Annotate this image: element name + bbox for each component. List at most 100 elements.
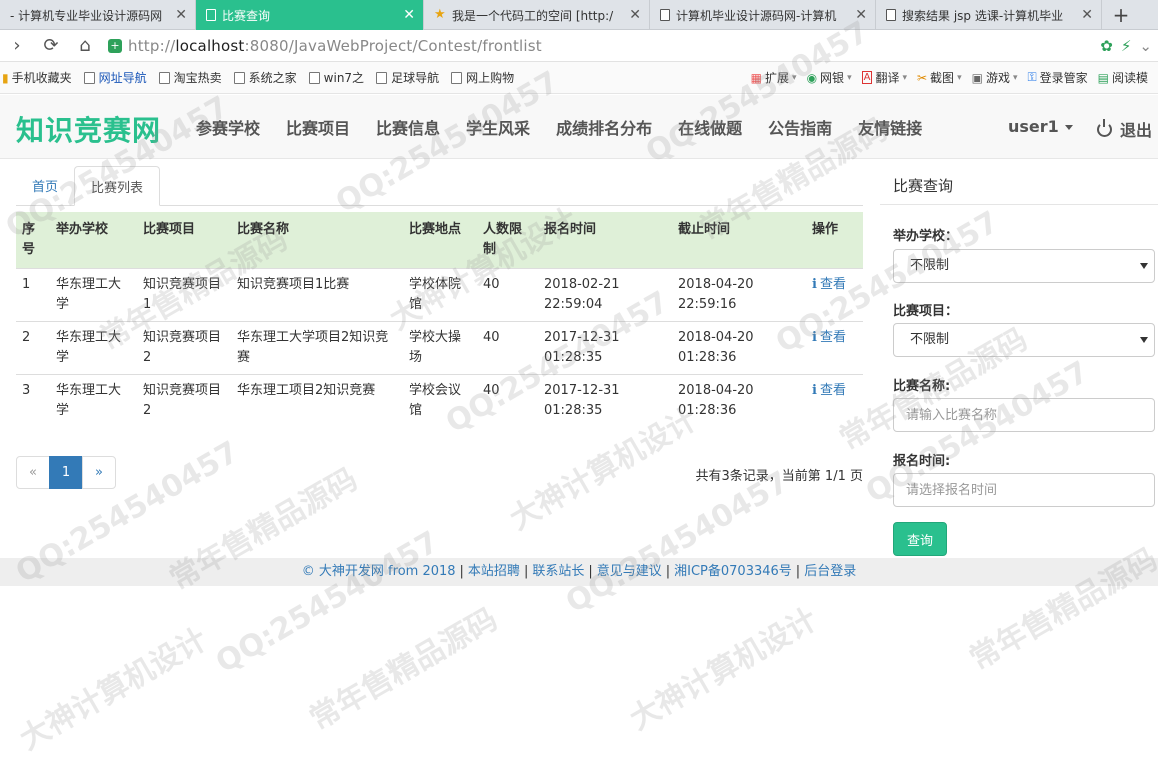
menu-item-online-quiz[interactable]: 在线做题 [665,115,755,139]
extensions-button[interactable]: ▦ 扩展 ▾ [751,69,797,86]
chevron-down-icon[interactable]: ⌄ [1139,37,1152,55]
url-field[interactable]: + http://localhost:8080/JavaWebProject/C… [108,33,1100,59]
lightning-icon[interactable]: ⚡ [1121,37,1132,55]
close-icon[interactable]: ✕ [855,7,867,23]
table-row: 1 华东理工大学 知识竞赛项目1 知识竞赛项目1比赛 学校体院馆 40 2018… [16,268,863,322]
home-icon[interactable]: ⌂ [68,30,102,62]
close-icon[interactable]: ✕ [629,7,641,23]
menu-item-projects[interactable]: 比赛项目 [273,115,363,139]
cell-name: 知识竞赛项目1比赛 [231,268,403,322]
footer-link-jobs[interactable]: 本站招聘 [468,564,520,579]
bank-button[interactable]: ◉ 网银 ▾ [807,69,852,86]
key-icon: ⚿ [1027,70,1037,84]
bookmark-item[interactable]: 系统之家 [233,69,297,86]
reading-mode-button[interactable]: ▤ 阅读模 [1098,69,1148,86]
gamepad-icon: ▣ [971,70,983,85]
col-header-end: 截止时间 [672,212,806,269]
browser-tab-1[interactable]: - 计算机专业毕业设计源码网 ✕ [0,0,196,30]
cell-place: 学校会议馆 [403,374,477,427]
browser-tab-2[interactable]: 比赛查询 ✕ [196,0,424,30]
cell-no: 3 [16,374,50,427]
browser-tab-3[interactable]: ★ 我是一个代码工的空间 [http:/ ✕ [424,0,650,30]
site-brand[interactable]: 知识竞赛网 [16,109,161,149]
col-header-start: 报名时间 [538,212,672,269]
games-button[interactable]: ▣ 游戏 ▾ [972,69,1018,86]
watermark: 大神计算机设计 [14,621,214,758]
col-header-place: 比赛地点 [403,212,477,269]
col-header-school: 举办学校 [50,212,137,269]
view-link[interactable]: i 查看 [812,383,846,398]
close-icon[interactable]: ✕ [175,7,187,23]
bookmark-item[interactable]: 足球导航 [376,69,439,86]
bookmark-item[interactable]: ▮ 手机收藏夹 [2,69,72,86]
signup-time-input[interactable] [893,473,1155,507]
cell-place: 学校体院馆 [403,268,477,322]
col-header-item: 比赛项目 [137,212,231,269]
watermark: 常年售精品源码 [964,541,1158,678]
user-dropdown[interactable]: user1 [1008,117,1073,136]
prev-page-button[interactable]: « [16,456,50,489]
star-icon: ★ [434,7,446,22]
next-page-button[interactable]: » [82,456,116,489]
tab-contest-list[interactable]: 比赛列表 [74,166,161,206]
chevron-down-icon [1140,337,1148,343]
forward-icon[interactable]: › [0,30,34,62]
table-row: 2 华东理工大学 知识竞赛项目2 华东理工大学项目2知识竞赛 学校大操场 40 … [16,321,863,375]
logout-label: 退出 [1120,121,1153,140]
school-select[interactable]: 不限制 [893,249,1155,283]
page-icon [451,71,463,84]
browser-tab-5[interactable]: 搜索结果 jsp 选课-计算机毕业 ✕ [876,0,1102,30]
cell-place: 学校大操场 [403,321,477,375]
cell-item: 知识竞赛项目2 [137,321,231,375]
footer-link-contact[interactable]: 联系站长 [532,564,584,579]
footer-link-admin[interactable]: 后台登录 [804,564,856,579]
contest-name-input[interactable] [893,398,1155,432]
watermark: 常年售精品源码 [304,601,504,738]
cell-school: 华东理工大学 [50,374,137,427]
translate-button[interactable]: A 翻译 ▾ [861,69,907,86]
bookmarks-bar: ▮ 手机收藏夹 网址导航 淘宝热卖 系统之家 win7之 足球导航 网上购物 ▦ 扩… [0,62,1158,94]
cell-item: 知识竞赛项目1 [137,268,231,322]
view-link[interactable]: i 查看 [812,277,846,292]
bookmark-item[interactable]: 淘宝热卖 [158,69,222,86]
col-header-no: 序号 [16,212,50,269]
item-select[interactable]: 不限制 [893,323,1155,357]
screenshot-button[interactable]: ✂ 截图 ▾ [917,69,962,86]
close-icon[interactable]: ✕ [403,7,415,23]
cell-action: i 查看 [806,321,863,375]
login-manager-button[interactable]: ⚿ 登录管家 [1027,69,1087,86]
cell-name: 华东理工项目2知识竞赛 [231,374,403,427]
bookmark-item[interactable]: 网上购物 [451,69,514,86]
footer-link-feedback[interactable]: 意见与建议 [597,564,662,579]
close-icon[interactable]: ✕ [1081,7,1093,23]
new-tab-button[interactable]: + [1102,0,1140,30]
menu-item-contests[interactable]: 比赛信息 [363,115,453,139]
query-button[interactable]: 查询 [893,522,947,556]
logout-button[interactable]: 退出 [1097,117,1152,141]
bookmark-item[interactable]: 网址导航 [83,69,147,86]
school-label: 举办学校： [893,229,959,244]
tab-title: 计算机毕业设计源码网-计算机 [676,8,837,23]
menu-item-students[interactable]: 学生风采 [453,115,543,139]
divider [880,204,1158,205]
chevron-down-icon [1140,263,1148,269]
speed-icon[interactable]: ✿ [1100,37,1113,55]
watermark: 大神计算机设计 [624,601,824,738]
browser-tab-4[interactable]: 计算机毕业设计源码网-计算机 ✕ [650,0,876,30]
menu-item-schools[interactable]: 参赛学校 [183,115,273,139]
view-link[interactable]: i 查看 [812,330,846,345]
pagination-info: 共有3条记录，当前第 1/1 页 [695,469,863,484]
menu-item-links[interactable]: 友情链接 [845,115,935,139]
page-1-button[interactable]: 1 [49,456,83,489]
footer-link-icp[interactable]: 湘ICP备0703346号 [674,564,792,579]
cell-start: 2017-12-31 01:28:35 [538,321,672,375]
bookmark-item[interactable]: win7之 [308,69,364,86]
tab-title: 我是一个代码工的空间 [http:/ [452,8,614,23]
reload-icon[interactable]: ⟳ [34,30,68,62]
tab-home[interactable]: 首页 [16,166,74,205]
menu-item-notices[interactable]: 公告指南 [755,115,845,139]
footer-copyright[interactable]: © 大神开发网 from 2018 [302,564,456,579]
username: user1 [1008,117,1059,136]
address-bar: › ⟳ ⌂ + http://localhost:8080/JavaWebPro… [0,30,1158,62]
menu-item-rankings[interactable]: 成绩排名分布 [543,115,665,139]
